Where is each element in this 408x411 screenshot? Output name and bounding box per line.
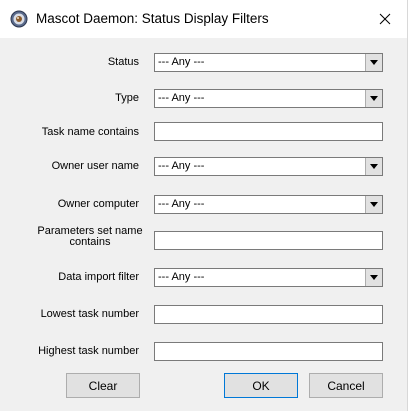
highest-task-input[interactable] [154,342,383,361]
type-dropdown-value: --- Any --- [158,92,205,104]
highest-task-label: Highest task number [38,345,139,357]
close-icon [379,13,391,25]
type-dropdown[interactable]: --- Any --- [154,89,383,108]
param-set-label: Parameters set name contains [37,225,143,248]
status-dropdown[interactable]: --- Any --- [154,53,383,72]
status-label: Status [107,56,139,68]
chevron-down-icon[interactable] [365,90,382,107]
close-button[interactable] [363,0,407,38]
cancel-button[interactable]: Cancel [309,373,383,398]
param-set-input[interactable] [154,231,383,250]
owner-computer-dropdown[interactable]: --- Any --- [154,195,383,214]
owner-user-dropdown-value: --- Any --- [158,160,205,172]
chevron-down-icon[interactable] [365,54,382,71]
chevron-down-icon[interactable] [365,158,382,175]
owner-user-label: Owner user name [51,160,139,172]
type-label: Type [115,92,139,104]
owner-user-dropdown[interactable]: --- Any --- [154,157,383,176]
lowest-task-input[interactable] [154,305,383,324]
chevron-down-icon[interactable] [365,269,382,286]
owner-computer-label: Owner computer [57,198,139,210]
title-bar[interactable]: Mascot Daemon: Status Display Filters [0,0,407,38]
task-name-input[interactable] [154,122,383,141]
status-dropdown-value: --- Any --- [158,56,205,68]
window-title: Mascot Daemon: Status Display Filters [36,11,269,26]
data-import-label: Data import filter [58,271,139,283]
chevron-down-icon[interactable] [365,196,382,213]
data-import-dropdown[interactable]: --- Any --- [154,268,383,287]
owner-computer-dropdown-value: --- Any --- [158,198,205,210]
status-display-filters-dialog: Mascot Daemon: Status Display Filters St… [0,0,408,411]
clear-button[interactable]: Clear [66,373,140,398]
data-import-dropdown-value: --- Any --- [158,271,205,283]
lowest-task-label: Lowest task number [40,308,139,320]
task-name-label: Task name contains [41,126,139,138]
mascot-daemon-app-icon [10,10,28,28]
ok-button[interactable]: OK [224,373,298,398]
